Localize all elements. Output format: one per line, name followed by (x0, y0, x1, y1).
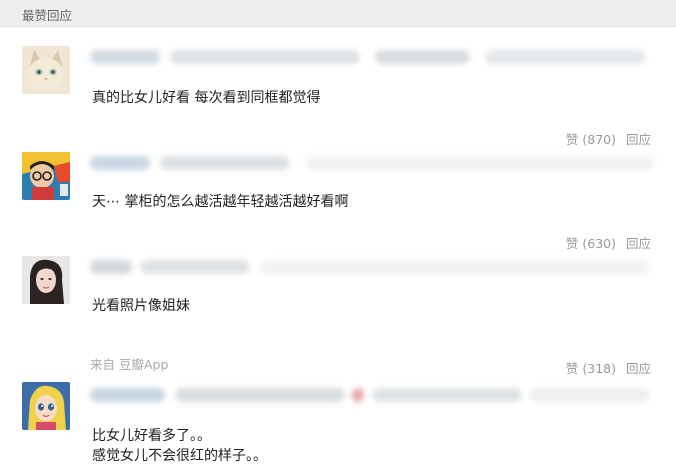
username-blurred[interactable] (90, 388, 650, 402)
reply-button[interactable]: 回应 (626, 132, 651, 147)
woman-portrait-avatar-icon[interactable] (22, 256, 70, 304)
like-button[interactable]: 赞 (870) (566, 132, 616, 147)
cartoon-glasses-avatar-icon[interactable] (22, 152, 70, 200)
username-blurred[interactable] (90, 260, 650, 274)
reply-button[interactable]: 回应 (626, 236, 651, 251)
like-button[interactable]: 赞 (630) (566, 236, 616, 251)
section-header: 最赞回应 (0, 0, 676, 27)
comment-item: 真的比女儿好看 每次看到同框都觉得 赞 (870) 回应 (0, 26, 676, 148)
cat-avatar-icon[interactable] (22, 46, 70, 94)
comment-item: 比女儿好看多了。。 感觉女儿不会很红的样子。。 (0, 374, 676, 476)
username-blurred[interactable] (90, 50, 650, 64)
comment-item: 光看照片像姐妹 来自 豆瓣App 赞 (318) 回应 (0, 252, 676, 376)
comment-text: 光看照片像姐妹 (92, 298, 190, 314)
username-blurred[interactable] (90, 156, 660, 170)
source-label: 来自 豆瓣App (90, 357, 169, 372)
section-title: 最赞回应 (22, 8, 73, 23)
comment-item: 天⋯ 掌柜的怎么越活越年轻越活越好看啊 赞 (630) 回应 (0, 148, 676, 252)
comment-actions: 赞 (630) 回应 (566, 233, 651, 252)
comment-text: 比女儿好看多了。。 感觉女儿不会很红的样子。。 (92, 428, 267, 464)
comment-actions: 赞 (870) 回应 (566, 129, 651, 148)
comment-text: 天⋯ 掌柜的怎么越活越年轻越活越好看啊 (92, 194, 349, 210)
comment-text: 真的比女儿好看 每次看到同框都觉得 (92, 90, 321, 106)
hot-comments-panel: 最赞回应 真的比女儿好看 每次看到同框都觉得 赞 (870) 回应 天⋯ 掌柜的… (0, 0, 676, 476)
anime-girl-avatar-icon[interactable] (22, 382, 70, 430)
